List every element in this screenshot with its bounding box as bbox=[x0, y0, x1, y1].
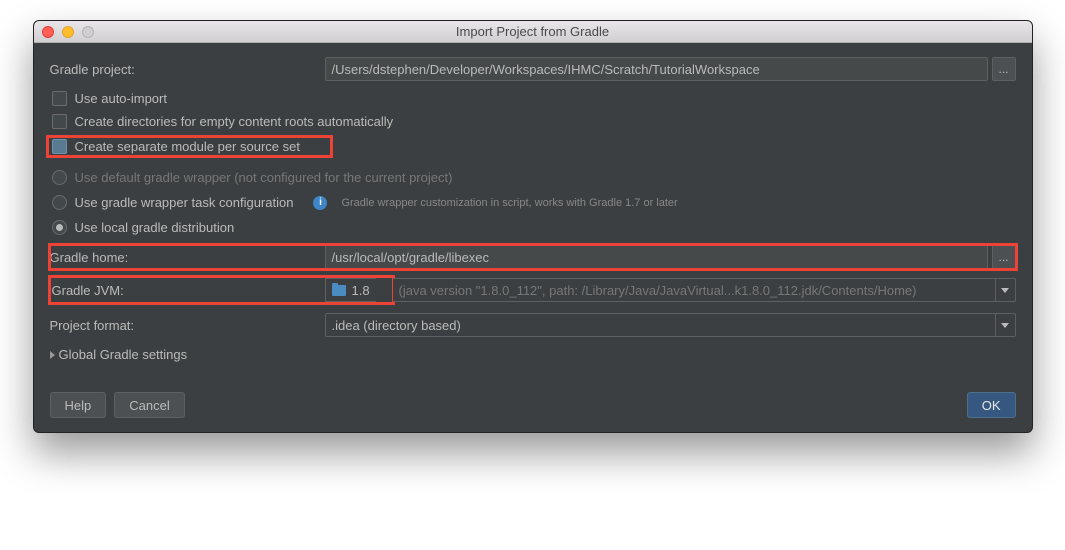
chevron-down-icon bbox=[1001, 288, 1009, 293]
gradle-home-row: Gradle home: /usr/local/opt/gradle/libex… bbox=[50, 245, 1016, 269]
local-dist-label: Use local gradle distribution bbox=[75, 220, 235, 235]
local-dist-radio[interactable] bbox=[52, 220, 67, 235]
gradle-project-row: Gradle project: /Users/dstephen/Develope… bbox=[50, 57, 1016, 81]
wrapper-task-radio[interactable] bbox=[52, 195, 67, 210]
gradle-project-value: /Users/dstephen/Developer/Workspaces/IHM… bbox=[332, 62, 760, 77]
chevron-down-icon bbox=[1001, 323, 1009, 328]
chevron-right-icon bbox=[50, 351, 55, 359]
dialog-window: Import Project from Gradle Gradle projec… bbox=[33, 20, 1033, 433]
cancel-button[interactable]: Cancel bbox=[114, 392, 184, 418]
folder-icon bbox=[332, 285, 346, 296]
gradle-jvm-label: Gradle JVM: bbox=[50, 283, 325, 298]
gradle-project-browse-button[interactable]: ... bbox=[992, 57, 1016, 81]
wrapper-task-hint: Gradle wrapper customization in script, … bbox=[341, 197, 677, 209]
create-dirs-row[interactable]: Create directories for empty content roo… bbox=[50, 114, 1016, 129]
jvm-detail: (java version "1.8.0_112", path: /Librar… bbox=[399, 283, 917, 298]
create-dirs-checkbox[interactable] bbox=[52, 114, 67, 129]
gradle-home-field-hl[interactable]: /usr/local/opt/gradle/libexec bbox=[325, 245, 518, 269]
dialog-footer: Help Cancel OK bbox=[34, 378, 1032, 432]
gradle-project-label: Gradle project: bbox=[50, 62, 325, 77]
help-button[interactable]: Help bbox=[50, 392, 107, 418]
auto-import-label: Use auto-import bbox=[75, 91, 167, 106]
wrapper-task-label: Use gradle wrapper task configuration bbox=[75, 195, 294, 210]
gradle-project-field[interactable]: /Users/dstephen/Developer/Workspaces/IHM… bbox=[325, 57, 988, 81]
gradle-home-browse-button[interactable]: ... bbox=[992, 245, 1016, 269]
ok-button[interactable]: OK bbox=[967, 392, 1016, 418]
separate-module-label: Create separate module per source set bbox=[75, 139, 300, 154]
project-format-label: Project format: bbox=[50, 318, 325, 333]
default-wrapper-radio bbox=[52, 170, 67, 185]
ellipsis-icon: ... bbox=[998, 62, 1008, 76]
gradle-home-value: /usr/local/opt/gradle/libexec bbox=[332, 250, 490, 265]
default-wrapper-label: Use default gradle wrapper (not configur… bbox=[75, 170, 453, 185]
gradle-home-field-rest[interactable] bbox=[518, 245, 988, 269]
global-settings-expander[interactable]: Global Gradle settings bbox=[50, 347, 1016, 362]
gradle-jvm-dropdown[interactable]: (java version "1.8.0_112", path: /Librar… bbox=[393, 278, 1016, 302]
create-dirs-label: Create directories for empty content roo… bbox=[75, 114, 394, 129]
auto-import-checkbox[interactable] bbox=[52, 91, 67, 106]
window-title: Import Project from Gradle bbox=[34, 24, 1032, 39]
gradle-jvm-highlight: Gradle JVM: 1.8 bbox=[50, 277, 393, 303]
info-icon[interactable]: i bbox=[313, 196, 327, 210]
project-format-row: Project format: .idea (directory based) bbox=[50, 313, 1016, 337]
titlebar: Import Project from Gradle bbox=[34, 21, 1032, 43]
default-wrapper-row: Use default gradle wrapper (not configur… bbox=[50, 170, 1016, 185]
wrapper-task-row[interactable]: Use gradle wrapper task configuration i … bbox=[50, 195, 1016, 210]
gradle-home-label: Gradle home: bbox=[50, 250, 325, 265]
dropdown-arrow[interactable] bbox=[995, 279, 1015, 301]
separate-module-row[interactable]: Create separate module per source set bbox=[48, 137, 331, 156]
gradle-jvm-row: Gradle JVM: 1.8 (java version "1.8.0_112… bbox=[50, 277, 1016, 303]
separate-module-checkbox[interactable] bbox=[52, 139, 67, 154]
dialog-content: Gradle project: /Users/dstephen/Develope… bbox=[34, 43, 1032, 378]
ellipsis-icon: ... bbox=[998, 250, 1008, 264]
dropdown-arrow[interactable] bbox=[995, 314, 1015, 336]
auto-import-row[interactable]: Use auto-import bbox=[50, 91, 1016, 106]
global-settings-label: Global Gradle settings bbox=[59, 347, 188, 362]
project-format-value: .idea (directory based) bbox=[332, 318, 461, 333]
local-dist-row[interactable]: Use local gradle distribution bbox=[50, 220, 1016, 235]
jvm-version: 1.8 bbox=[352, 283, 370, 298]
project-format-dropdown[interactable]: .idea (directory based) bbox=[325, 313, 1016, 337]
